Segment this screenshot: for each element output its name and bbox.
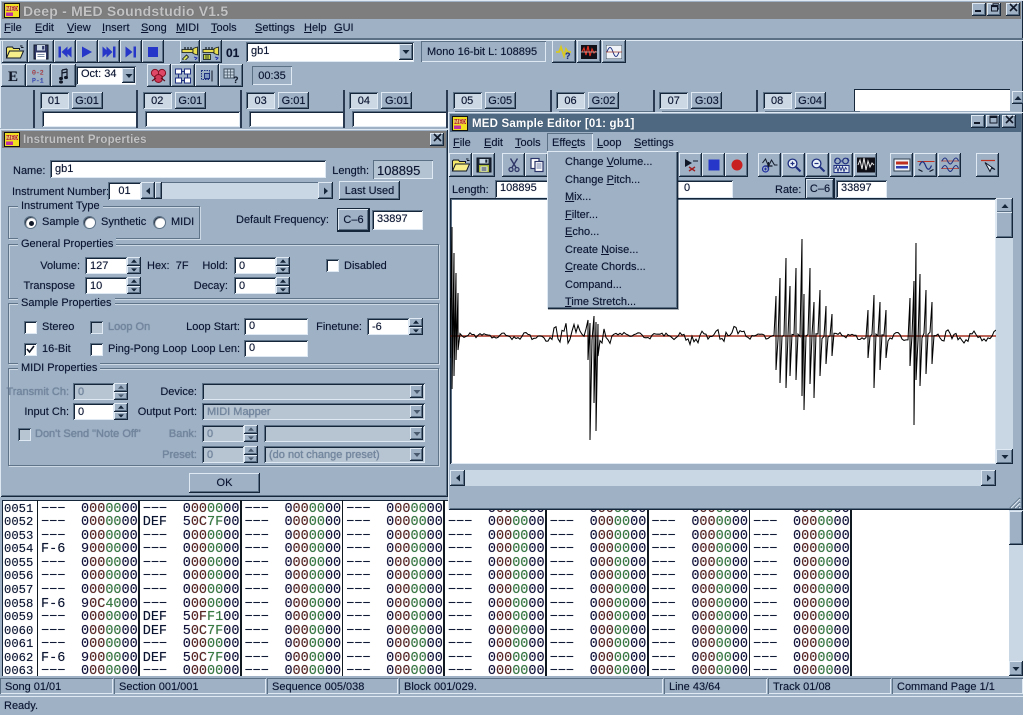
svg-text:?: ? (565, 51, 571, 60)
svg-text:P-1: P-1 (32, 77, 44, 83)
svg-text:?: ? (233, 75, 239, 84)
svg-text:E: E (8, 69, 18, 83)
svg-text:MED: MED (454, 120, 466, 126)
svg-text:MED: MED (6, 136, 18, 142)
svg-text:0-2: 0-2 (32, 69, 44, 76)
svg-text:MED: MED (6, 7, 18, 13)
